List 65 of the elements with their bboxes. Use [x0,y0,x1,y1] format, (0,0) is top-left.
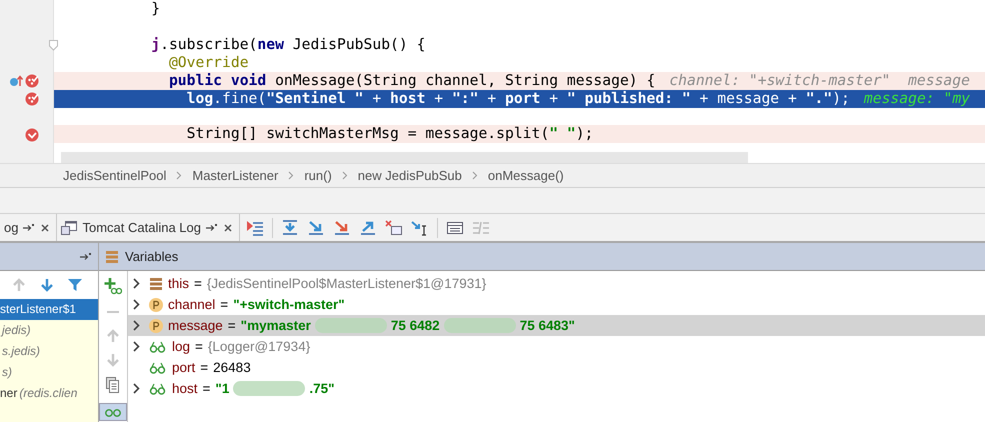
breadcrumb-item[interactable]: MasterListener [192,168,278,183]
stack-frame[interactable]: s.jedis) [0,341,98,362]
chevron-right-icon [342,171,348,180]
variable-row[interactable]: channel = "+switch-master" [128,294,985,315]
chevron-right-icon[interactable] [132,299,140,310]
override-marker-icon[interactable] [9,75,23,87]
watches-toggle-button[interactable] [99,403,127,421]
stack-frame[interactable]: sterListener$1 [0,299,98,320]
breadcrumb-item[interactable]: JedisSentinelPool [63,168,166,183]
pin-icon[interactable] [206,223,219,232]
trace-icon [472,220,490,236]
tab[interactable]: og [0,214,58,241]
chevron-right-icon [176,171,182,180]
breadcrumb-item[interactable]: new JedisPubSub [358,168,462,183]
chevron-right-icon[interactable] [132,341,140,352]
glasses-icon [104,406,122,418]
close-icon[interactable] [41,224,50,232]
variable-row[interactable]: port = 26483 [128,357,985,378]
force-step-into-icon[interactable] [332,220,351,236]
panel-title: Variables [125,249,178,264]
chevron-right-icon[interactable] [132,278,140,289]
breadcrumb-item[interactable]: run() [304,168,332,183]
drop-frame-icon[interactable] [384,220,403,236]
breakpoint-icon[interactable] [25,74,39,88]
copy-icon[interactable] [106,377,120,393]
pin-icon[interactable] [23,223,36,232]
variable-row[interactable]: log = {Logger@17934} [128,336,985,357]
add-watch-icon[interactable] [104,277,122,295]
variable-row[interactable]: message = "mymaster 75 6482 75 6483" [128,315,985,336]
stack-frame[interactable]: jedis) [0,320,98,341]
chevron-right-icon[interactable] [132,320,140,331]
stack-frame[interactable]: ner (redis.clien [0,383,98,404]
stack-icon [105,250,119,264]
variable-row[interactable]: this = {JedisSentinelPool$MasterListener$1@17931} [128,273,985,294]
breadcrumb-item[interactable]: onMessage() [488,168,564,183]
breakpoint-icon[interactable] [25,92,39,106]
close-icon[interactable] [224,224,232,232]
up-arrow-icon [106,329,120,343]
breakpoint-icon[interactable] [25,128,39,142]
run-to-cursor-icon[interactable] [410,220,429,236]
horizontal-scrollbar[interactable] [61,152,748,163]
stack-frame[interactable]: s) [0,362,98,383]
code-line: public void onMessage(String channel, String message) { [168,72,656,90]
inline-value-hint: channel: "+switch-master" message [669,72,970,90]
code-line: } [150,0,160,18]
step-over-icon[interactable] [280,220,299,236]
down-arrow-icon [106,353,120,367]
show-execution-point-icon[interactable] [246,220,264,236]
table-icon[interactable] [446,220,464,236]
tab[interactable]: Tomcat Catalina Log [57,214,240,241]
step-out-icon[interactable] [358,220,377,236]
down-arrow-icon[interactable] [40,278,54,292]
pin-icon[interactable] [80,252,93,261]
code-line: log.fine("Sentinel " + host + ":" + port + " published: " + message + "."); [186,90,850,108]
code-line: String[] switchMasterMsg = message.split(" "); [186,125,594,144]
chevron-right-icon[interactable] [132,383,140,394]
variable-row[interactable]: host = "1 .75" [128,378,985,399]
step-into-icon[interactable] [306,220,325,236]
chevron-right-icon [288,171,294,180]
code-line: j.subscribe(new JedisPubSub() { [150,36,426,54]
code-line: @Override [168,54,249,72]
inline-value-hint: message: "my [864,90,970,108]
up-arrow-icon [12,278,26,292]
chevron-right-icon [472,171,478,180]
filter-icon[interactable] [68,278,82,292]
